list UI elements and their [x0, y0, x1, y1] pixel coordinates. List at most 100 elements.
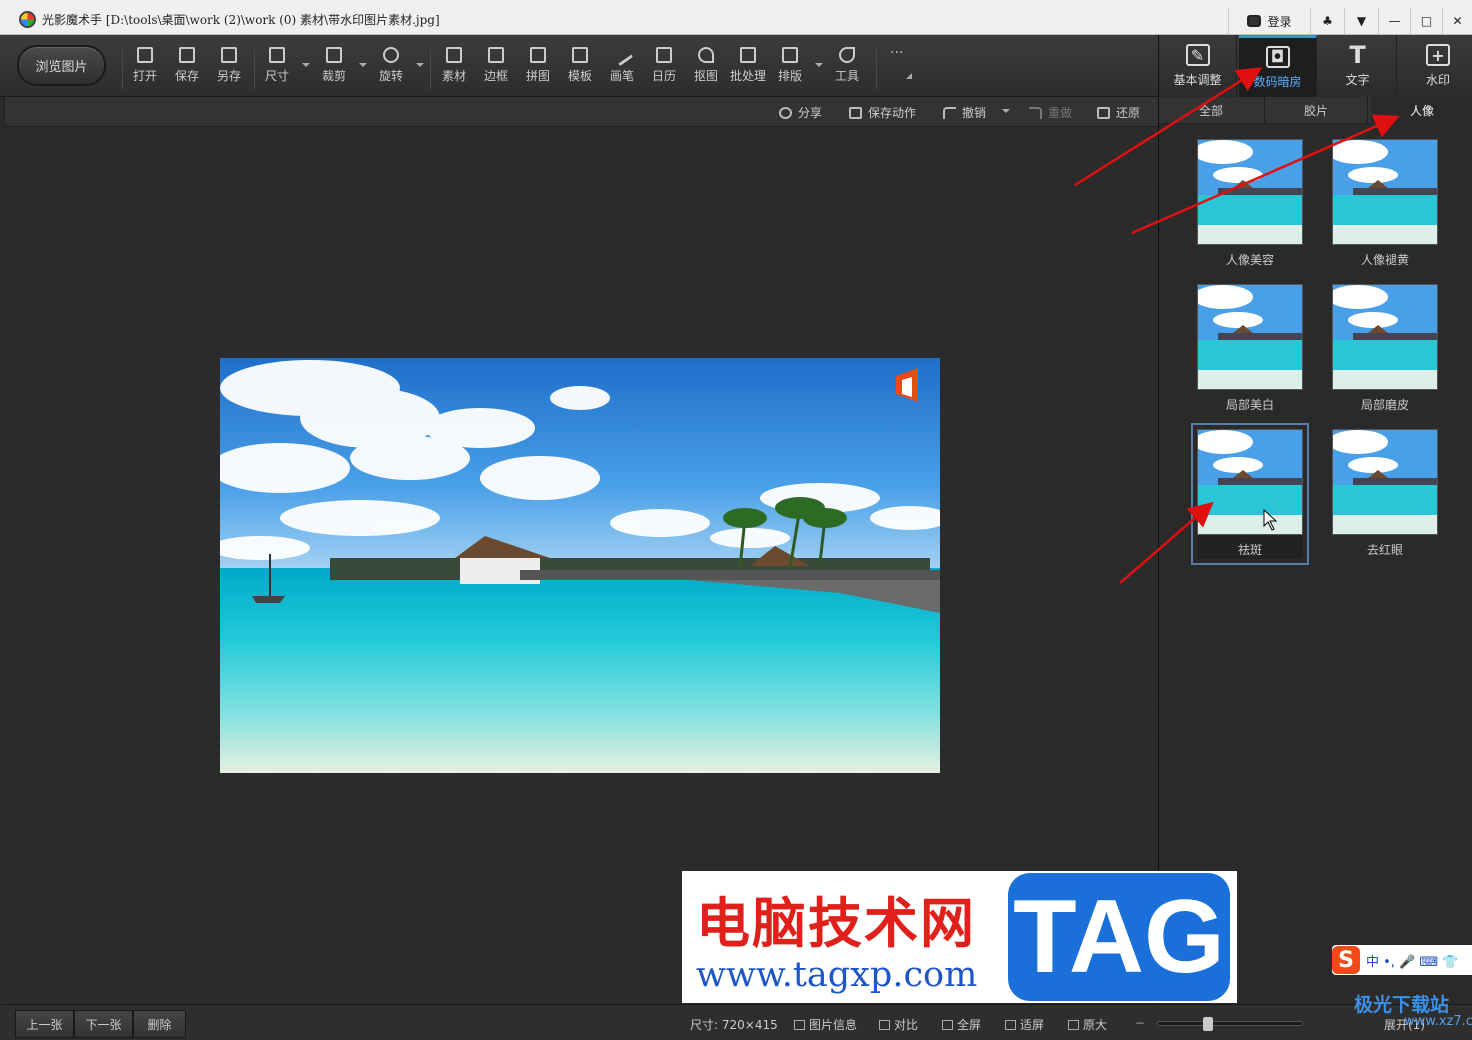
tool-layout[interactable]: 排版	[770, 47, 810, 91]
more-expand-icon[interactable]	[906, 73, 912, 79]
tool-template[interactable]: 模板	[560, 47, 600, 91]
tab-basic-adjust-label: 基本调整	[1173, 73, 1222, 87]
tool-resize-label: 尺寸	[264, 69, 289, 83]
title-bar: 光影魔术手 [D:\tools\桌面\work (2)\work (0) 素材\…	[0, 0, 1472, 35]
tab-portrait[interactable]: 人像	[1371, 97, 1472, 124]
adjust-icon: ✎	[1185, 44, 1210, 66]
login-button[interactable]: 登录	[1228, 8, 1310, 34]
shirt-icon: ♣	[1322, 14, 1333, 28]
fullscreen-label: 全屏	[957, 1018, 982, 1032]
tab-text[interactable]: T 文字	[1319, 35, 1397, 97]
effect-portrait-yellow-removal[interactable]: 人像褪黄	[1332, 139, 1438, 269]
image-info-label: 图片信息	[809, 1018, 858, 1032]
previous-image-button[interactable]: 上一张	[15, 1010, 74, 1038]
tab-film[interactable]: 胶片	[1264, 97, 1368, 124]
share-button[interactable]: 分享	[779, 104, 822, 121]
user-icon	[1247, 15, 1262, 27]
more-tools-button[interactable]: ···	[890, 45, 903, 61]
tool-layout-label: 排版	[777, 69, 802, 83]
tool-save-as[interactable]: 另存	[209, 47, 249, 91]
undo-button[interactable]: 撤销	[943, 104, 986, 121]
tool-wrench-label: 工具	[834, 69, 859, 83]
effect-local-whitening[interactable]: 局部美白	[1197, 284, 1303, 414]
tool-calendar[interactable]: 日历	[644, 47, 684, 91]
ime-toolbar[interactable]: S 中 •, 🎤 ⌨ 👕	[1332, 945, 1472, 975]
original-size-button[interactable]: 原大	[1068, 1016, 1107, 1033]
app-window: 光影魔术手 [D:\tools\桌面\work (2)\work (0) 素材\…	[0, 0, 1472, 1040]
tool-open[interactable]: 打开	[125, 47, 165, 91]
watermark-url-text: www.tagxp.com	[696, 955, 978, 995]
tool-wrench[interactable]: 工具	[827, 47, 867, 91]
fit-screen-button[interactable]: 适屏	[1005, 1016, 1044, 1033]
tool-batch[interactable]: 批处理	[728, 47, 768, 91]
login-label: 登录	[1267, 14, 1292, 29]
tool-rotate-label: 旋转	[378, 69, 403, 83]
restore-button[interactable]: 还原	[1097, 104, 1140, 121]
crop-icon	[326, 47, 342, 63]
maximize-icon: □	[1420, 14, 1433, 28]
save-action-button[interactable]: 保存动作	[849, 104, 916, 121]
minimize-icon: —	[1388, 14, 1401, 28]
original-size-icon	[1068, 1019, 1079, 1030]
redo-icon	[1029, 106, 1042, 119]
effects-panel: 全部 胶片 人像 人像美容 人像褪黄 局部美白 局部磨皮 祛斑 去红眼	[1158, 97, 1472, 1004]
browse-images-button[interactable]: 浏览图片	[17, 45, 106, 86]
next-image-button[interactable]: 下一张	[74, 1010, 133, 1038]
compare-button[interactable]: 对比	[879, 1016, 918, 1033]
tool-save[interactable]: 保存	[167, 47, 207, 91]
tool-brush[interactable]: 画笔	[602, 43, 642, 91]
save-action-label: 保存动作	[868, 106, 917, 120]
watermark-cn-text: 电脑技术网	[696, 891, 976, 955]
tool-crop-label: 裁剪	[321, 69, 346, 83]
zoom-slider[interactable]	[1157, 1017, 1303, 1031]
fullscreen-icon	[942, 1019, 953, 1030]
tool-calendar-label: 日历	[651, 69, 676, 83]
toolbar-divider	[122, 49, 123, 89]
effect-thumbnail	[1332, 139, 1438, 245]
resize-dropdown-icon[interactable]	[302, 63, 310, 67]
save-as-icon	[221, 47, 237, 63]
beach-photo	[220, 358, 940, 773]
fullscreen-button[interactable]: 全屏	[942, 1016, 981, 1033]
image-info-button[interactable]: 图片信息	[794, 1016, 857, 1033]
batch-icon	[740, 47, 756, 63]
redo-button[interactable]: 重做	[1029, 104, 1072, 121]
delete-button[interactable]: 删除	[133, 1010, 186, 1038]
close-icon: ✕	[1452, 14, 1463, 28]
tab-basic-adjust[interactable]: ✎ 基本调整	[1159, 35, 1237, 97]
material-icon	[446, 47, 462, 63]
minimize-button[interactable]: —	[1378, 8, 1410, 34]
effect-red-eye-removal[interactable]: 去红眼	[1332, 429, 1438, 559]
tool-material[interactable]: 素材	[434, 47, 474, 91]
tool-resize[interactable]: 尺寸	[257, 47, 297, 91]
tool-border-label: 边框	[483, 69, 508, 83]
effect-portrait-beauty[interactable]: 人像美容	[1197, 139, 1303, 269]
effect-label: 局部美白	[1225, 398, 1274, 412]
tab-all[interactable]: 全部	[1159, 97, 1263, 124]
tool-rotate[interactable]: 旋转	[371, 47, 411, 91]
info-icon	[794, 1019, 805, 1030]
restore-icon	[1097, 106, 1110, 119]
share-icon	[779, 106, 792, 119]
skin-button[interactable]: ♣	[1310, 8, 1344, 34]
menu-button[interactable]: ▼	[1344, 8, 1378, 34]
tool-collage[interactable]: 拼图	[518, 47, 558, 91]
tool-border[interactable]: 边框	[476, 47, 516, 91]
tab-digital-darkroom[interactable]: ◘ 数码暗房	[1239, 35, 1317, 97]
zoom-out-button[interactable]: −	[1135, 1016, 1145, 1030]
tool-cutout[interactable]: 抠图	[686, 47, 726, 91]
maximize-button[interactable]: □	[1410, 8, 1442, 34]
crop-dropdown-icon[interactable]	[359, 63, 367, 67]
effect-local-smoothing[interactable]: 局部磨皮	[1332, 284, 1438, 414]
zoom-slider-handle[interactable]	[1203, 1017, 1213, 1031]
ime-status-text: 中 •, 🎤 ⌨ 👕	[1366, 954, 1459, 970]
close-button[interactable]: ✕	[1442, 8, 1472, 34]
original-size-label: 原大	[1083, 1018, 1108, 1032]
tab-watermark[interactable]: + 水印	[1399, 35, 1472, 97]
compare-label: 对比	[894, 1018, 919, 1032]
effect-spot-removal[interactable]: 祛斑	[1191, 423, 1309, 565]
tool-crop[interactable]: 裁剪	[314, 47, 354, 91]
layout-dropdown-icon[interactable]	[815, 63, 823, 67]
undo-dropdown-icon[interactable]	[1002, 109, 1010, 113]
rotate-dropdown-icon[interactable]	[416, 63, 424, 67]
